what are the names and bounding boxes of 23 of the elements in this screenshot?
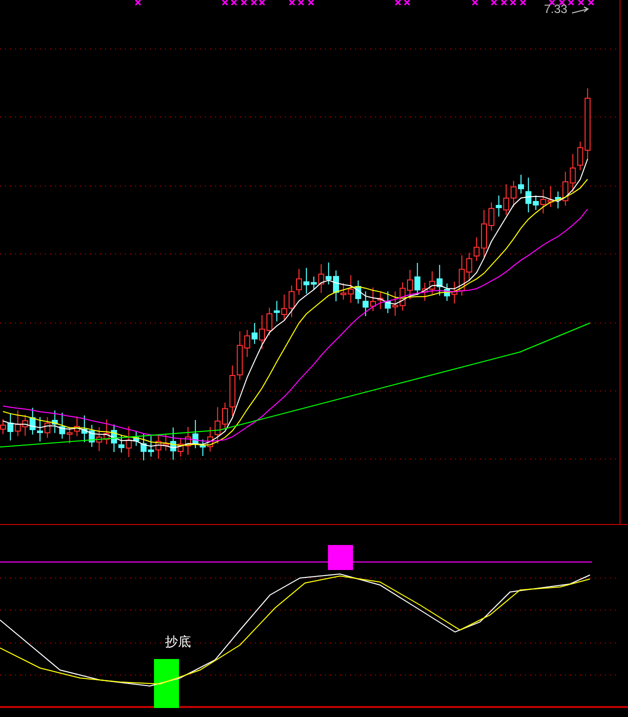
cross-marker-icon xyxy=(240,0,248,6)
cross-marker-icon xyxy=(490,0,498,6)
cross-marker-icon xyxy=(394,0,402,6)
cross-marker-icon xyxy=(588,0,594,6)
cross-marker-icon xyxy=(230,0,238,6)
cross-marker-icon xyxy=(500,0,508,6)
cross-marker-icon xyxy=(578,0,584,6)
cross-marker-icon xyxy=(510,0,516,6)
high-price-label: 7.33 xyxy=(544,3,568,15)
signal-block xyxy=(154,659,179,708)
cross-marker-icon xyxy=(472,0,478,6)
cross-marker-icon xyxy=(308,0,314,6)
cross-marker-icon xyxy=(558,0,566,6)
cross-marker-icon xyxy=(298,0,304,6)
signal-label: 抄底 xyxy=(165,635,191,648)
cross-marker-icon xyxy=(222,0,228,6)
cross-marker-icon xyxy=(134,0,142,6)
cross-marker-icon xyxy=(548,0,556,6)
cross-marker-icon xyxy=(288,0,296,6)
cross-marker-icon xyxy=(404,0,410,6)
cross-marker-icon xyxy=(568,0,574,6)
arrow-icon xyxy=(572,6,589,14)
cross-marker-icon xyxy=(520,0,526,6)
